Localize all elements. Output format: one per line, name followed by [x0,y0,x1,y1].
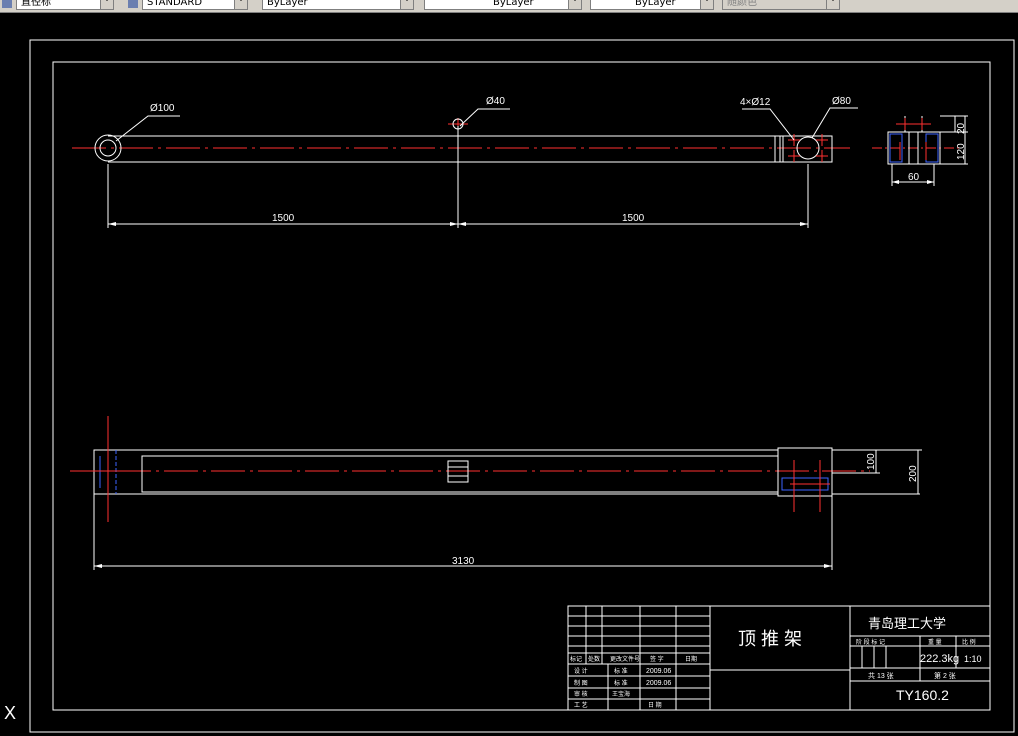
table-style-value: STANDARD [147,0,203,8]
dia-80-label: Ø80 [832,96,851,107]
chevron-down-icon[interactable] [568,0,581,9]
scale-value: 1:10 [964,654,982,664]
chevron-down-icon[interactable] [826,0,839,9]
drawing-number: TY160.2 [896,687,949,703]
rev-header-count: 处数 [588,655,600,663]
color-dropdown[interactable]: ByLayer [262,0,414,10]
lineweight-value: ByLayer [635,0,676,8]
part-name: 顶 推 架 [738,629,802,649]
bolt-holes-label: 4×Ø12 [740,97,771,108]
design-standard: 标 准 [614,667,628,675]
stage-header: 阶 段 标 记 [856,638,885,646]
dim-1500-right: 1500 [622,213,645,224]
table-style-dropdown[interactable]: STANDARD [142,0,248,10]
dim-100-label: 100 [866,453,877,470]
title-block-text: 顶 推 架 青岛理工大学 阶 段 标 记 重 量 比 例 222.3kg 1:1… [570,616,982,709]
dim-120-label: 120 [956,143,967,160]
review-label: 审 核 [574,690,588,698]
university-name: 青岛理工大学 [868,616,946,631]
linetype-dropdown[interactable]: ByLayer [424,0,582,10]
dim-style-dropdown[interactable]: 直径标 [16,0,114,10]
ucs-x-icon: X [4,703,16,723]
text-style-icon[interactable] [2,0,12,8]
outer-frame [29,39,1015,733]
inner-frame [52,61,991,711]
mass-value: 222.3kg [920,653,959,665]
lineweight-dropdown[interactable]: ByLayer [590,0,714,10]
toolbar: 直径标 STANDARD ByLayer ByLayer ByLayer 随颜色 [0,0,1018,13]
side-view: 20 120 60 [872,115,968,186]
chevron-down-icon[interactable] [700,0,713,9]
dia-100-label: Ø100 [150,103,175,114]
chevron-down-icon[interactable] [400,0,413,9]
sheets-total: 共 13 张 [868,671,894,680]
top-view: Ø100 Ø40 4×Ø12 Ø80 1500 1500 [72,96,858,228]
chevron-down-icon[interactable] [234,0,247,9]
drawing-canvas[interactable]: Ø100 Ø40 4×Ø12 Ø80 1500 1500 20 120 60 1… [0,13,1018,736]
linetype-value: ByLayer [493,0,534,8]
color-value: ByLayer [267,0,308,8]
rev-header-date: 日期 [685,655,697,663]
craft-label: 工 艺 [574,701,588,709]
rev-header-file: 更改文件号 [610,655,640,663]
plotstyle-value: 随颜色 [727,0,757,8]
scale-header: 比 例 [962,638,976,646]
plotstyle-dropdown[interactable]: 随颜色 [722,0,840,10]
dim-3130-label: 3130 [452,556,475,567]
mass-header: 重 量 [928,638,942,646]
dim-200-label: 200 [908,465,919,482]
date-label: 日 期 [648,701,662,709]
dim-1500-left: 1500 [272,213,295,224]
rev-header-mark: 标记 [570,655,582,663]
chevron-down-icon[interactable] [100,0,113,9]
dim-20-label: 20 [956,122,967,134]
table-style-icon[interactable] [128,0,138,8]
reviewer-name: 王宝海 [612,690,630,698]
front-view: 100 200 3130 [70,416,922,570]
design-label: 设 计 [574,667,588,675]
draw-date: 2009.06 [646,680,671,687]
dia-40-label: Ø40 [486,96,505,107]
draw-standard: 标 准 [614,679,628,687]
sheet-number: 第 2 张 [934,671,956,680]
dim-style-value: 直径标 [21,0,51,8]
design-date: 2009.06 [646,668,671,675]
draw-label: 制 图 [574,679,588,687]
rev-header-sign: 签 字 [650,655,664,663]
dim-60-label: 60 [908,172,920,183]
